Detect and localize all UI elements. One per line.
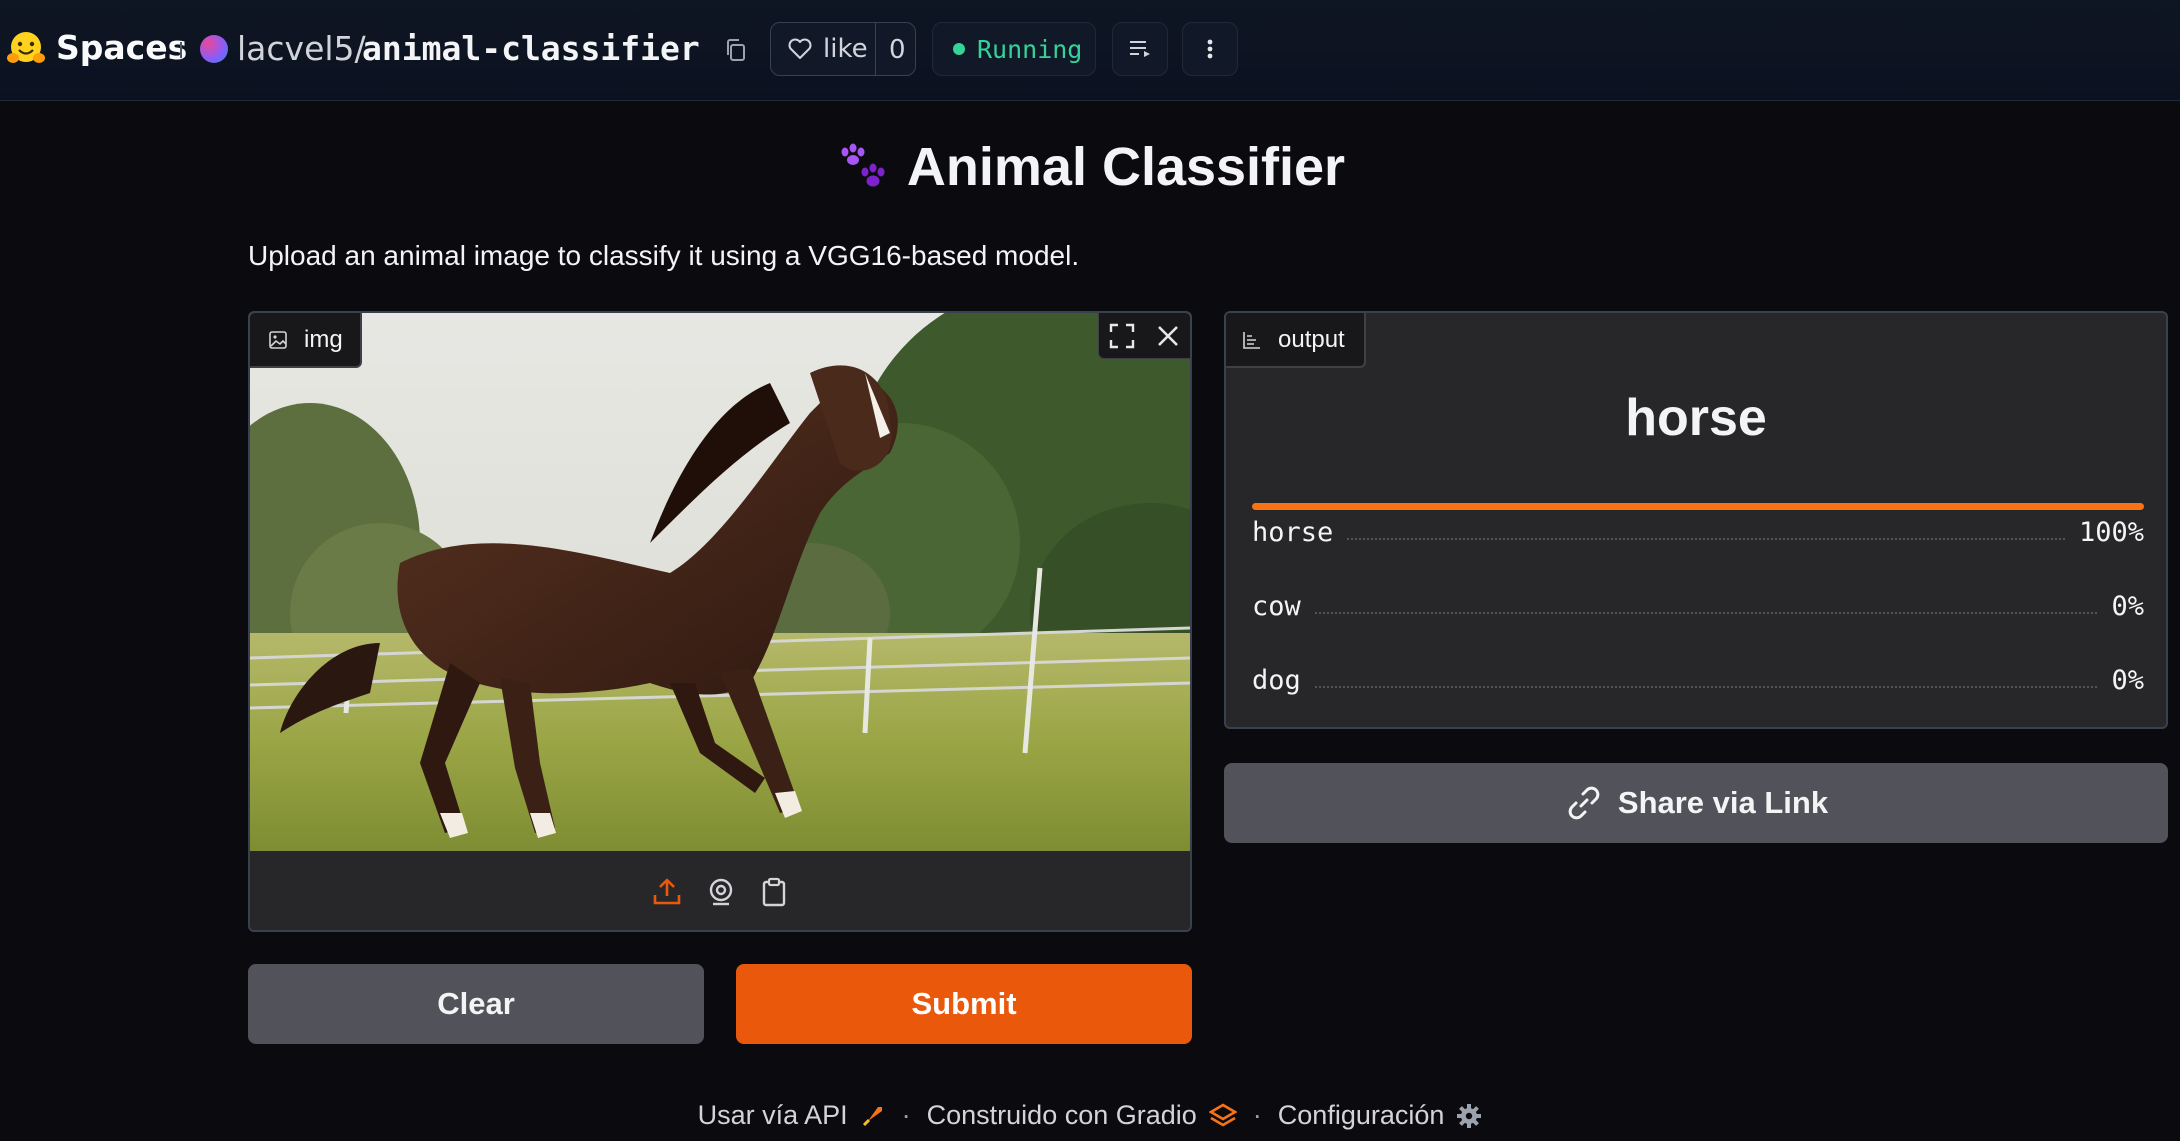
built-with-gradio-link[interactable]: Construido con Gradio: [927, 1100, 1237, 1131]
running-status-badge[interactable]: Running: [932, 22, 1096, 76]
confidence-leader-dots: [1347, 538, 2065, 540]
output-label-tab: output: [1226, 313, 1366, 368]
gradio-logo-icon: [1208, 1102, 1237, 1127]
label-chart-icon: [1243, 331, 1260, 349]
output-panel: output horse horse 100% cow 0% dog 0%: [1224, 311, 2168, 729]
close-icon[interactable]: [1156, 324, 1180, 348]
settings-link[interactable]: Configuración: [1278, 1100, 1483, 1131]
like-count: 0: [889, 35, 906, 65]
confidence-label: horse: [1252, 517, 1334, 548]
header-divider: [180, 42, 182, 58]
paw-prints-icon: [841, 143, 885, 187]
like-button[interactable]: like 0: [770, 22, 916, 76]
footer: Usar vía API · Construido con Gradio · C…: [0, 1100, 2180, 1131]
status-label: Running: [977, 34, 1083, 64]
confidence-leader-dots: [1314, 612, 2098, 614]
logs-button[interactable]: [1112, 22, 1168, 76]
confidence-row: horse 100%: [1252, 517, 2144, 548]
owner-link[interactable]: lacvel5/: [237, 29, 366, 68]
status-dot-icon: [953, 43, 965, 55]
share-button-label: Share via Link: [1617, 785, 1829, 820]
upload-icon[interactable]: [652, 877, 682, 907]
settings-label: Configuración: [1277, 1100, 1445, 1130]
share-via-link-button[interactable]: Share via Link: [1224, 763, 2168, 843]
confidence-item: cow 0%: [1252, 577, 2144, 651]
page-title-row: Animal Classifier: [0, 136, 2180, 198]
footer-separator: ·: [1252, 1100, 1262, 1130]
footer-separator: ·: [901, 1100, 911, 1130]
uploaded-horse-photo: [250, 313, 1190, 851]
image-icon: [269, 330, 287, 349]
confidence-value: 0%: [2111, 665, 2144, 696]
copy-icon[interactable]: [724, 37, 748, 63]
confidence-item: horse 100%: [1252, 503, 2144, 577]
webcam-icon[interactable]: [706, 877, 736, 907]
owner-avatar[interactable]: [200, 35, 228, 63]
predicted-label: horse: [1625, 389, 1767, 447]
like-divider: [875, 23, 876, 75]
confidence-leader-dots: [1314, 686, 2098, 688]
use-via-api-label: Usar vía API: [697, 1100, 848, 1130]
use-via-api-link[interactable]: Usar vía API: [698, 1100, 886, 1131]
fullscreen-icon[interactable]: [1109, 323, 1135, 349]
image-input-panel[interactable]: img: [248, 311, 1192, 932]
app-description: Upload an animal image to classify it us…: [248, 240, 1080, 271]
hugging-face-logo-icon[interactable]: [6, 30, 46, 66]
logs-icon: [1130, 41, 1150, 57]
image-toolbar: [1098, 313, 1190, 359]
confidence-value: 100%: [2078, 517, 2144, 548]
built-with-gradio-label: Construido con Gradio: [926, 1100, 1197, 1130]
confidence-bar: [1252, 503, 2144, 510]
page-title: Animal Classifier: [906, 137, 1346, 197]
more-options-button[interactable]: [1182, 22, 1238, 76]
confidence-row: dog 0%: [1252, 665, 2144, 696]
link-icon: [1568, 786, 1600, 820]
confidence-item: dog 0%: [1252, 651, 2144, 725]
image-input-label: img: [304, 325, 343, 353]
heart-icon: [788, 38, 812, 59]
confidence-list: horse 100% cow 0% dog 0%: [1252, 503, 2144, 725]
submit-button[interactable]: Submit: [736, 964, 1192, 1044]
output-label: output: [1278, 325, 1345, 353]
rocket-icon: [862, 1106, 882, 1126]
image-input-label-tab: img: [250, 313, 362, 368]
top-nav-bar: Spaces lacvel5/ animal-classifier like 0…: [0, 0, 2180, 101]
confidence-label: cow: [1252, 591, 1301, 622]
spaces-link[interactable]: Spaces: [56, 28, 187, 67]
clipboard-icon[interactable]: [760, 877, 788, 907]
like-label: like: [823, 34, 868, 64]
image-source-bar: [250, 851, 1190, 930]
more-vertical-icon: [1207, 39, 1213, 59]
confidence-value: 0%: [2111, 591, 2144, 622]
repo-name-link[interactable]: animal-classifier: [362, 29, 700, 68]
confidence-row: cow 0%: [1252, 591, 2144, 622]
confidence-label: dog: [1252, 665, 1301, 696]
clear-button[interactable]: Clear: [248, 964, 704, 1044]
gear-icon: [1457, 1103, 1482, 1128]
